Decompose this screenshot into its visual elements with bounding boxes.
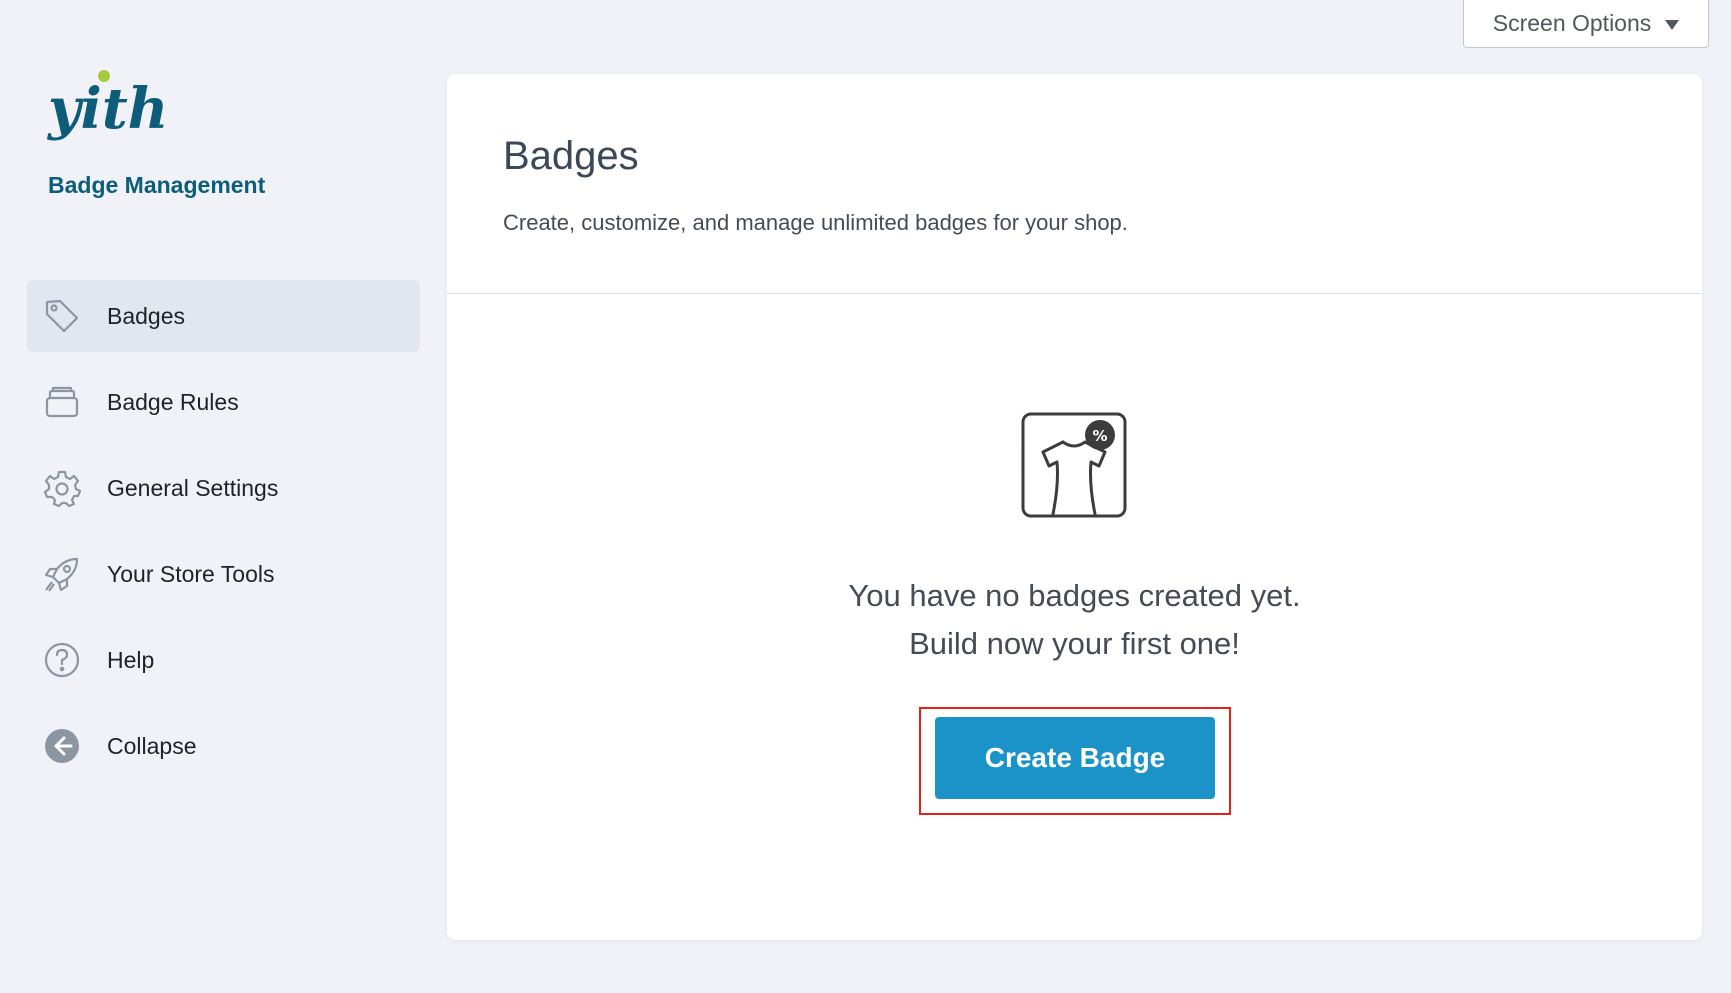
empty-message-line1: You have no badges created yet.	[848, 578, 1301, 613]
rocket-icon	[43, 555, 81, 593]
page-description: Create, customize, and manage unlimited …	[503, 210, 1128, 235]
help-icon	[43, 641, 81, 679]
screen-options-label: Screen Options	[1492, 10, 1652, 36]
empty-message: You have no badges created yet. Build no…	[447, 572, 1702, 668]
sidebar-nav: Badges Badge Rules General Settings Your…	[27, 280, 420, 796]
shirt-badge-icon: %	[1021, 412, 1127, 518]
yith-logo: yith	[46, 70, 168, 142]
sidebar-item-help[interactable]: Help	[27, 624, 420, 696]
badge-percent-symbol: %	[1092, 427, 1107, 445]
page-title: Badges	[503, 134, 639, 178]
badges-panel: Badges Create, customize, and manage unl…	[447, 74, 1702, 940]
gear-icon	[43, 469, 81, 507]
sidebar-item-label: Help	[107, 646, 155, 673]
sidebar-item-label: Your Store Tools	[107, 560, 275, 587]
caret-down-icon	[1665, 19, 1680, 30]
empty-state: % You have no badges created yet. Build …	[447, 294, 1702, 940]
sidebar-item-badges[interactable]: Badges	[27, 280, 420, 352]
sidebar-item-your-store-tools[interactable]: Your Store Tools	[27, 538, 420, 610]
sidebar-item-label: Badges	[107, 302, 186, 329]
sidebar: yith Badge Management Badges Badge Rules	[0, 0, 440, 993]
sidebar-item-label: General Settings	[107, 474, 279, 501]
yith-logo-text: yith	[46, 76, 168, 142]
collapse-arrow-icon	[43, 727, 81, 765]
tag-icon	[43, 297, 81, 335]
sidebar-item-label: Badge Rules	[107, 388, 239, 415]
empty-message-line2: Build now your first one!	[909, 626, 1240, 661]
sidebar-item-label: Collapse	[107, 732, 197, 759]
sidebar-item-collapse[interactable]: Collapse	[27, 710, 420, 782]
create-badge-highlight: Create Badge	[919, 707, 1231, 815]
sidebar-item-general-settings[interactable]: General Settings	[27, 452, 420, 524]
create-badge-button[interactable]: Create Badge	[935, 717, 1215, 799]
sidebar-item-badge-rules[interactable]: Badge Rules	[27, 366, 420, 438]
plugin-name: Badge Management	[48, 172, 266, 198]
stack-icon	[43, 383, 81, 421]
panel-header: Badges Create, customize, and manage unl…	[447, 74, 1702, 294]
screen-options-button[interactable]: Screen Options	[1463, 0, 1709, 48]
